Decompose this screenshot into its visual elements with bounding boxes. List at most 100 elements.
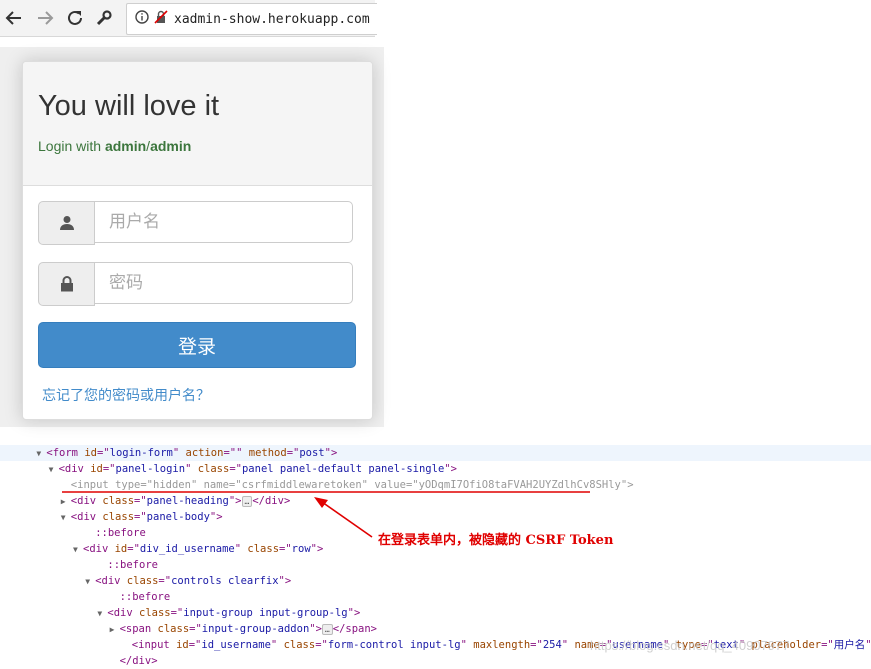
code-token-tag: "> — [209, 511, 223, 523]
code-token-attr: class — [102, 495, 135, 507]
expand-toggle-icon[interactable]: ▼ — [85, 574, 95, 590]
dom-node-line[interactable]: ▶ <div class="panel-heading">… </div> — [0, 493, 871, 509]
page-title: You will love it — [38, 90, 220, 122]
code-token-tag: "> — [309, 623, 322, 635]
code-token-attr: id — [114, 543, 128, 555]
dom-node-line[interactable]: ▼ <form id="login-form" action="" method=… — [0, 445, 871, 461]
code-token-tag: =" — [405, 479, 419, 491]
code-token-attr: class — [197, 463, 230, 475]
code-token-tag: =" — [102, 463, 116, 475]
forgot-password-link[interactable]: 忘记了您的密码或用户名？ — [42, 385, 210, 405]
insecure-lock-icon[interactable] — [154, 9, 168, 29]
code-token-tag: =" — [96, 447, 110, 459]
code-token-attr: id — [90, 463, 103, 475]
code-token-tag: " — [270, 639, 284, 651]
code-token-tag: =" — [134, 495, 147, 507]
expand-toggle-icon[interactable]: ▼ — [97, 606, 107, 622]
code-token-tag: ="" — [223, 447, 249, 459]
dom-node-line[interactable]: ▶ <span class="input-group-addon">… </span… — [0, 621, 871, 637]
dom-node-line[interactable]: ▼ <div class="input-group input-group-lg"… — [0, 605, 871, 621]
code-token-tag: =" — [286, 447, 300, 459]
code-token-tag: </div> — [119, 655, 158, 667]
code-token-val: 用户名 — [833, 639, 866, 651]
code-token-attr: type — [115, 479, 141, 491]
code-token-attr: id — [84, 447, 97, 459]
code-token-attr: id — [176, 639, 189, 651]
login-button[interactable]: 登录 — [38, 322, 356, 368]
code-token-tag: =" — [315, 639, 328, 651]
code-token-val: form-control input-lg — [327, 639, 461, 651]
login-hint-pass: admin — [150, 138, 192, 154]
code-token-tag: =" — [229, 463, 242, 475]
code-token-val: id_username — [201, 639, 271, 651]
code-token-tag: =" — [279, 543, 292, 555]
expand-toggle-icon[interactable]: ▼ — [49, 462, 59, 478]
info-icon[interactable] — [135, 9, 149, 29]
dom-node-line[interactable]: ▼ <div id="panel-login" class="panel pane… — [0, 461, 871, 477]
password-group — [38, 262, 355, 306]
expand-toggle-icon[interactable]: ▶ — [61, 494, 71, 510]
collapsed-ellipsis-button[interactable]: … — [241, 495, 253, 507]
expand-toggle-icon[interactable]: ▼ — [73, 542, 83, 558]
expand-toggle-icon[interactable]: ▼ — [36, 446, 46, 462]
expand-toggle-icon[interactable]: ▼ — [61, 510, 71, 526]
url-text[interactable]: xadmin-show.herokuapp.com — [174, 12, 370, 27]
code-token-tag: <div — [70, 495, 103, 507]
code-token-val: 254 — [542, 639, 562, 651]
code-token-tag: "> — [310, 543, 324, 555]
code-token-tag: <div — [83, 543, 115, 555]
code-token-val: panel-login — [115, 463, 186, 475]
collapsed-ellipsis-button[interactable]: … — [321, 623, 333, 635]
code-token-tag: "> — [444, 463, 457, 475]
dom-node-line[interactable]: ▼ <div class="panel-body"> — [0, 509, 871, 525]
code-token-tag: "> — [347, 607, 361, 619]
code-token-attr: class — [283, 639, 316, 651]
dom-node-line[interactable]: <input type="hidden" name="csrfmiddlewar… — [0, 477, 871, 493]
code-token-tag: "> — [324, 447, 338, 459]
code-token-val: row — [291, 543, 311, 555]
code-token-attr: value — [374, 479, 406, 491]
code-token-attr: name — [203, 479, 229, 491]
code-token-val: yODqmI7OfiO8taFVAH2UYZdlhCv8SHly — [418, 479, 621, 491]
code-token-attr: action — [185, 447, 224, 459]
code-token-tag: <div — [107, 607, 139, 619]
code-token-tag: "> — [865, 639, 871, 651]
login-hint-user: admin — [104, 138, 147, 154]
code-token-tag: =" — [170, 607, 184, 619]
code-token-tag: " — [361, 479, 375, 491]
reload-icon[interactable] — [63, 6, 87, 30]
code-token-attr: class — [157, 623, 190, 635]
address-bar[interactable]: xadmin-show.herokuapp.com — [126, 3, 377, 35]
code-token-val: panel panel-default panel-single — [241, 463, 445, 475]
code-token-val: csrfmiddlewaretoken — [241, 479, 362, 491]
code-token-val: controls clearfix — [171, 575, 279, 587]
code-token-tag: =" — [228, 479, 242, 491]
code-token-val: post — [299, 447, 325, 459]
code-token-tag: =" — [127, 543, 140, 555]
password-input[interactable] — [94, 262, 353, 304]
back-arrow-icon[interactable] — [2, 6, 26, 30]
dom-node-line[interactable]: ::before — [0, 589, 871, 605]
code-token-attr: class — [139, 607, 171, 619]
code-token-pseudo: ::before — [95, 527, 146, 539]
code-token-tag: " — [460, 639, 474, 651]
dom-node-line[interactable]: ▼ <div class="controls clearfix"> — [0, 573, 871, 589]
wrench-icon[interactable] — [92, 6, 116, 30]
code-token-attr: class — [126, 575, 159, 587]
panel-heading: You will love it Login with admin/admin — [23, 62, 372, 186]
code-token-tag: " — [561, 639, 575, 651]
page-viewport: You will love it Login with admin/admin … — [0, 47, 384, 427]
code-token-tag: " — [185, 463, 198, 475]
code-token-val: panel-heading — [146, 495, 229, 507]
username-input[interactable] — [94, 201, 353, 243]
code-token-tag: </div> — [252, 495, 291, 507]
code-token-tag: =" — [188, 639, 202, 651]
dom-node-line[interactable]: ::before — [0, 557, 871, 573]
forward-arrow-icon[interactable] — [33, 6, 57, 30]
code-token-tag: " — [190, 479, 204, 491]
code-token-val: hidden — [153, 479, 191, 491]
code-token-val: input-group-addon — [201, 623, 310, 635]
code-token-attr: maxlength — [473, 639, 531, 651]
code-token-tag: =" — [134, 511, 147, 523]
expand-toggle-icon[interactable]: ▶ — [110, 622, 120, 638]
